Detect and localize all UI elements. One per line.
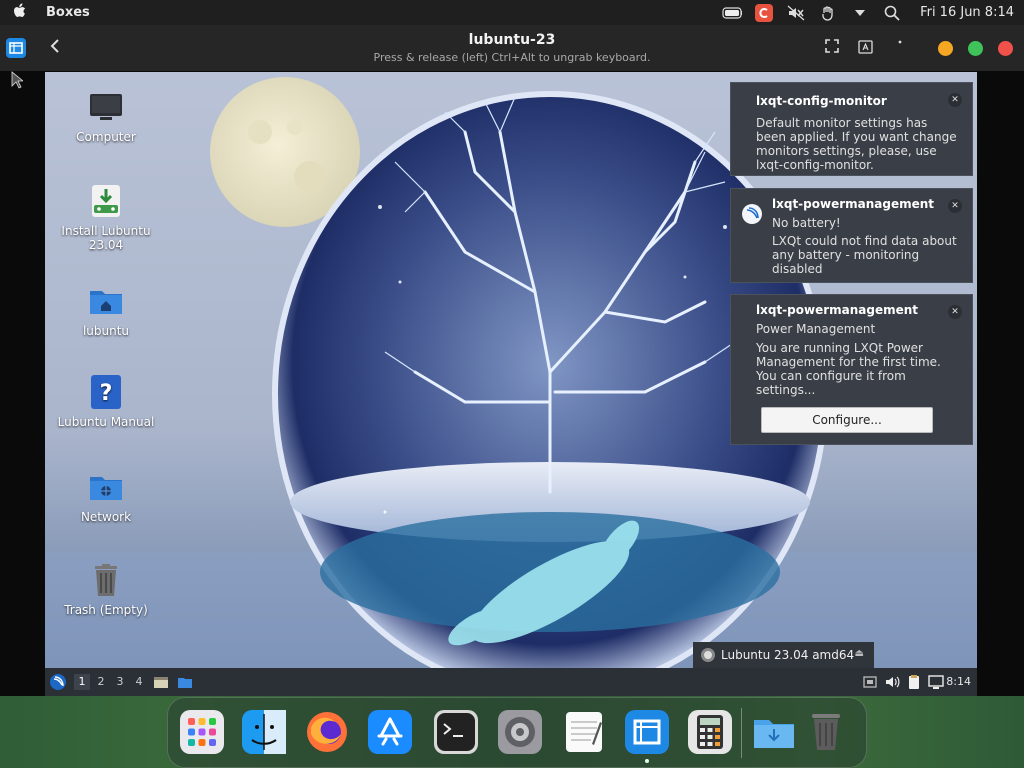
eject-icon[interactable]: ⏏ <box>855 648 864 659</box>
file-manager-icon[interactable] <box>153 674 169 690</box>
textedit-icon[interactable] <box>562 710 606 754</box>
desktop-icon-computer[interactable]: Computer <box>51 90 161 144</box>
volume-icon[interactable] <box>884 674 900 690</box>
minimize-button[interactable] <box>938 41 953 56</box>
mute-icon[interactable] <box>786 4 806 22</box>
notification-body: Default monitor settings has been applie… <box>756 116 957 172</box>
desktop-icon-label: Trash (Empty) <box>64 603 148 617</box>
disc-icon <box>701 648 715 662</box>
notification-close-icon[interactable]: ✕ <box>948 199 962 213</box>
downloads-folder-icon[interactable] <box>752 710 796 754</box>
menubar-clock[interactable]: Fri 16 Jun 8:14 <box>920 5 1014 20</box>
configure-button[interactable]: Configure... <box>761 407 933 433</box>
trash-icon <box>95 564 117 596</box>
notification-summary: No battery! <box>772 216 841 230</box>
workspace-2[interactable]: 2 <box>93 674 109 690</box>
app-store-icon[interactable] <box>368 710 412 754</box>
desktop-icon-network[interactable]: Network <box>51 470 161 524</box>
workspace-3[interactable]: 3 <box>112 674 128 690</box>
media-label: Lubuntu 23.04 amd64 <box>721 648 855 662</box>
fullscreen-icon[interactable] <box>823 39 841 57</box>
zoom-button[interactable] <box>968 41 983 56</box>
desktop-icon-trash[interactable]: Trash (Empty) <box>51 563 161 617</box>
battery-icon[interactable] <box>722 4 743 22</box>
svg-text:?: ? <box>100 381 113 406</box>
computer-icon <box>90 94 122 120</box>
install-icon <box>92 185 120 217</box>
notification-no-battery[interactable]: lxqt-powermanagement ✕ No battery! LXQt … <box>730 188 973 283</box>
clipboard-icon[interactable] <box>906 674 922 690</box>
notification-app-name: lxqt-powermanagement <box>756 303 919 317</box>
macos-menu-bar: Boxes Fri 16 Jun 8:14 <box>0 0 1024 25</box>
home-folder-icon <box>90 291 122 314</box>
chevron-down-icon[interactable] <box>850 4 870 22</box>
notification-body: You are running LXQt Power Management fo… <box>756 341 941 397</box>
dock-separator <box>741 708 742 758</box>
desktop-icon-label: Lubuntu Manual <box>57 415 155 429</box>
terminal-icon[interactable] <box>434 710 478 754</box>
dock-trash-icon[interactable] <box>804 710 848 754</box>
workspace-4[interactable]: 4 <box>131 674 147 690</box>
start-menu-icon[interactable] <box>49 673 67 691</box>
show-desktop-icon[interactable] <box>177 674 193 690</box>
boxes-icon[interactable] <box>625 710 669 754</box>
desktop-icon-label: lubuntu <box>82 324 130 338</box>
notification-summary: Power Management <box>756 322 876 336</box>
keyboard-icon[interactable] <box>857 39 875 57</box>
notification-close-icon[interactable]: ✕ <box>948 93 962 107</box>
desktop-icon-label: Computer <box>76 130 136 144</box>
network-icon[interactable] <box>928 674 944 690</box>
menu-extras: Fri 16 Jun 8:14 <box>722 0 1024 25</box>
notification-power-management[interactable]: lxqt-powermanagement ✕ Power Management … <box>730 294 973 445</box>
desktop-icon-label: Install Lubuntu 23.04 <box>61 224 151 252</box>
close-button[interactable] <box>998 41 1013 56</box>
active-app-name[interactable]: Boxes <box>46 5 90 20</box>
macos-dock <box>167 697 867 768</box>
boxes-header-bar: lubuntu-23 Press & release (left) Ctrl+A… <box>0 25 1024 71</box>
running-indicator <box>645 759 649 763</box>
notification-app-name: lxqt-config-monitor <box>756 94 887 108</box>
vm-display[interactable]: Computer Install Lubuntu 23.04 lubuntu ?… <box>45 72 977 696</box>
system-preferences-icon[interactable] <box>498 710 542 754</box>
removable-media-tray-icon[interactable] <box>862 674 878 690</box>
desktop-icon-install-lubuntu[interactable]: Install Lubuntu 23.04 <box>51 184 161 252</box>
help-icon: ? <box>91 375 121 409</box>
notification-body: LXQt could not find data about any batte… <box>772 234 957 276</box>
notification-close-icon[interactable]: ✕ <box>948 305 962 319</box>
notification-config-monitor[interactable]: lxqt-config-monitor ✕ Default monitor se… <box>730 82 973 176</box>
firefox-icon[interactable] <box>305 710 349 754</box>
menu-icon[interactable] <box>891 39 909 57</box>
desktop-icon-lubuntu-manual[interactable]: ? Lubuntu Manual <box>51 375 161 429</box>
calculator-icon[interactable] <box>688 710 732 754</box>
lubuntu-logo-icon <box>741 203 763 228</box>
notification-app-name: lxqt-powermanagement <box>772 197 935 211</box>
hand-icon[interactable] <box>818 4 838 22</box>
apple-icon[interactable] <box>0 2 40 23</box>
screen: Boxes Fri 16 Jun 8:14 lubuntu-23 Press &… <box>0 0 1024 768</box>
search-icon[interactable] <box>882 4 902 22</box>
desktop-icon-label: Network <box>80 510 132 524</box>
lxqt-panel: 1 2 3 4 8:14 <box>45 668 977 696</box>
panel-clock[interactable]: 8:14 <box>946 675 971 688</box>
c-app-icon[interactable] <box>754 3 774 22</box>
launchpad-icon[interactable] <box>180 710 224 754</box>
workspace-1[interactable]: 1 <box>74 674 90 690</box>
finder-icon[interactable] <box>242 710 286 754</box>
network-folder-icon <box>90 477 122 500</box>
removable-media-popup[interactable]: Lubuntu 23.04 amd64 ⏏ <box>693 642 874 668</box>
mouse-pointer-icon <box>11 71 25 93</box>
desktop-icon-lubuntu-home[interactable]: lubuntu <box>51 284 161 338</box>
